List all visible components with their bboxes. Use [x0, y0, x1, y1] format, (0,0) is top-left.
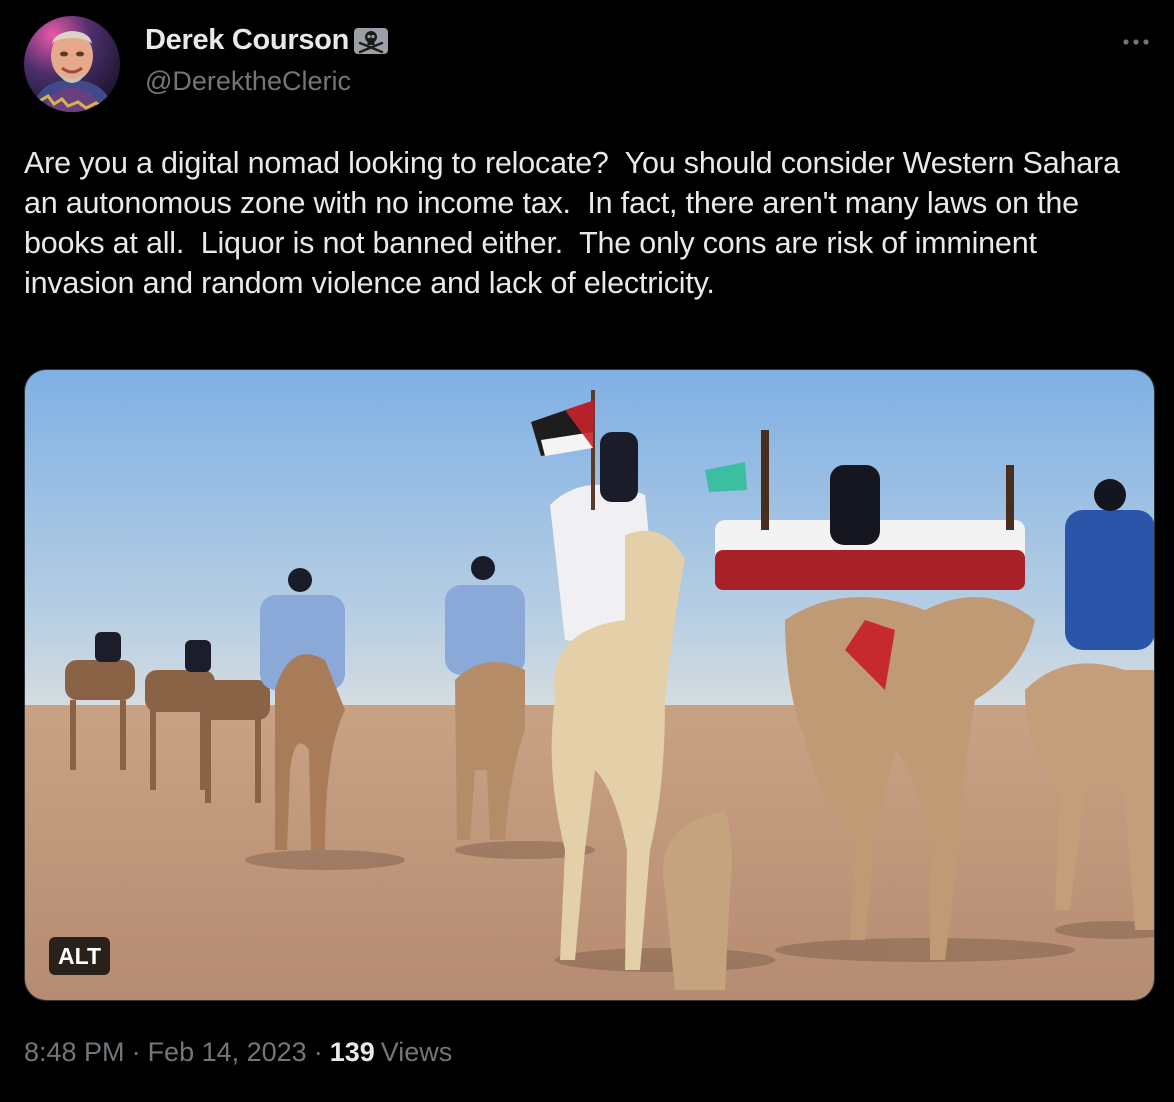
skull-crossbones-icon	[353, 27, 389, 55]
meta-separator: ·	[131, 1037, 141, 1067]
tweet-photo[interactable]	[24, 369, 1155, 1001]
views-label: Views	[380, 1037, 453, 1067]
tweet-meta: 8:48 PM · Feb 14, 2023 · 139 Views	[24, 1037, 452, 1068]
views-count[interactable]: 139	[330, 1037, 375, 1068]
tweet-time[interactable]: 8:48 PM	[24, 1037, 125, 1068]
more-options-button[interactable]	[1116, 28, 1156, 56]
alt-text-button[interactable]: ALT	[49, 937, 111, 975]
ellipsis-icon	[1123, 39, 1149, 45]
author-name-row[interactable]: Derek Courson	[145, 24, 389, 57]
tweet-text: Are you a digital nomad looking to reloc…	[24, 146, 1128, 300]
tweet: Derek Courson @DerektheCleric Are you a …	[0, 0, 1174, 1102]
meta-separator: ·	[313, 1037, 323, 1067]
tweet-date[interactable]: Feb 14, 2023	[148, 1037, 307, 1068]
author-handle[interactable]: @DerektheCleric	[145, 66, 351, 97]
avatar[interactable]	[24, 16, 120, 112]
author-display-name[interactable]: Derek Courson	[145, 24, 349, 57]
